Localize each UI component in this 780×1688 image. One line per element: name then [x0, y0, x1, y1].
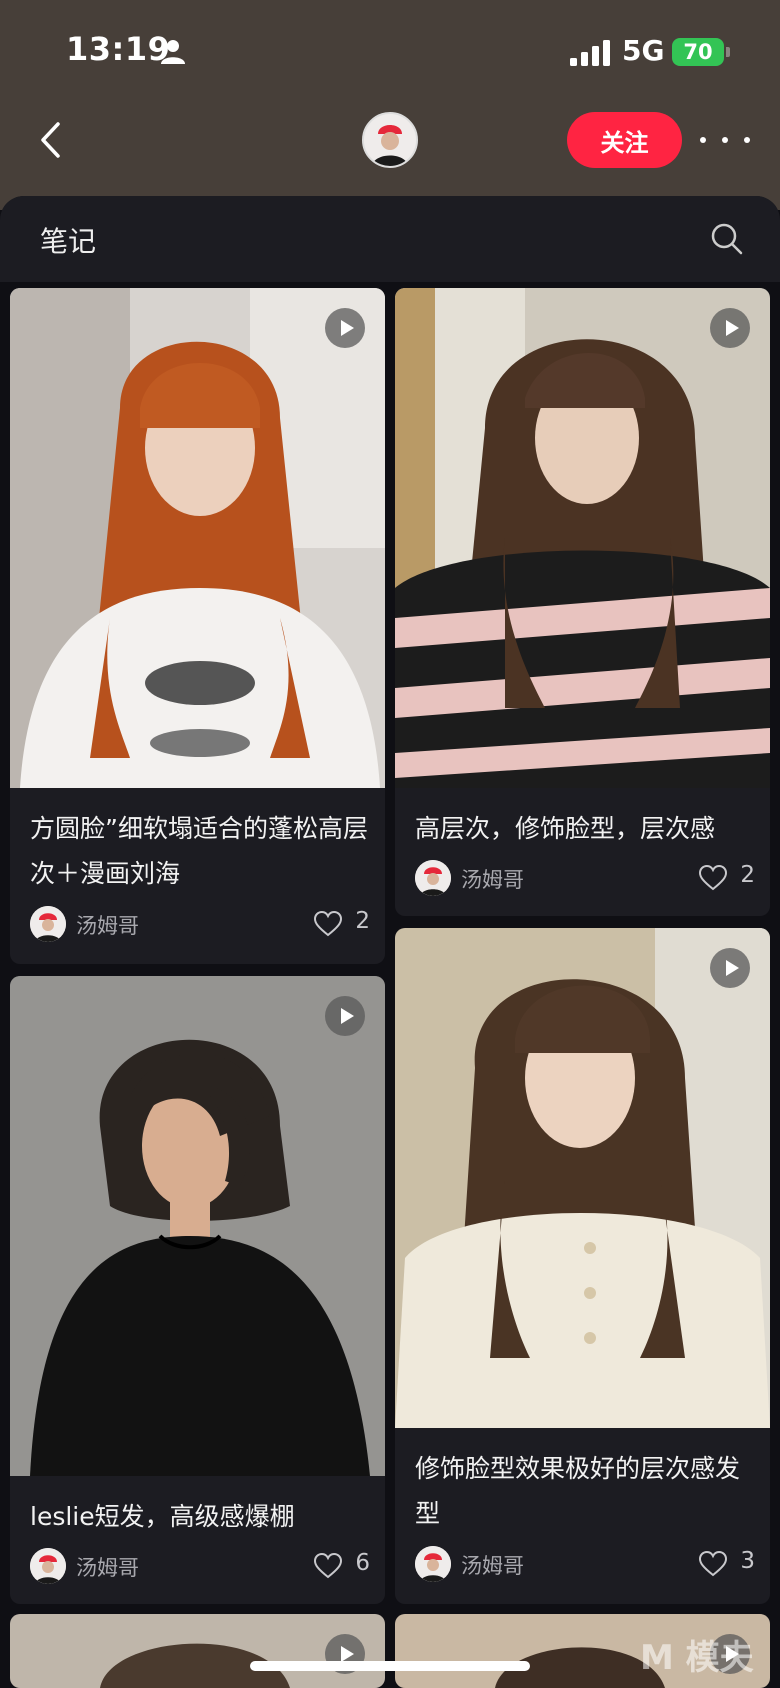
network-type: 5G	[622, 34, 665, 67]
play-icon	[325, 308, 365, 348]
author-row: 汤姆哥 3	[415, 1546, 755, 1582]
heart-icon[interactable]	[699, 1551, 727, 1577]
author-avatar[interactable]	[30, 1548, 66, 1584]
note-card[interactable]: leslie短发，高级感爆棚 汤姆哥 6	[10, 976, 385, 1604]
note-card[interactable]: 高层次，修饰脸型，层次感 汤姆哥 2	[395, 288, 770, 916]
person-icon	[161, 40, 185, 64]
status-bar: 13:19 5G 70	[0, 0, 780, 100]
like-count: 2	[355, 908, 370, 934]
author-avatar-image	[415, 860, 451, 896]
battery-indicator: 70	[672, 38, 724, 66]
watermark: M 模夫	[640, 1638, 754, 1678]
home-indicator[interactable]	[250, 1661, 530, 1671]
play-icon	[710, 308, 750, 348]
author-avatar[interactable]	[415, 1546, 451, 1582]
section-title: 笔记	[40, 225, 97, 258]
play-icon	[325, 996, 365, 1036]
author-name[interactable]: 汤姆哥	[76, 1552, 139, 1582]
author-row: 汤姆哥 6	[30, 1548, 370, 1584]
note-cover-image	[10, 288, 385, 788]
signal-icon	[570, 40, 610, 66]
note-cover-image	[395, 288, 770, 788]
avatar-image	[364, 114, 416, 166]
note-title: 修饰脸型效果极好的层次感发型	[415, 1454, 741, 1528]
heart-icon[interactable]	[314, 911, 342, 937]
author-avatar-image	[30, 1548, 66, 1584]
author-avatar-image	[415, 1546, 451, 1582]
note-title: leslie短发，高级感爆棚	[30, 1502, 295, 1531]
note-card[interactable]: 修饰脸型效果极好的层次感发型 汤姆哥 3	[395, 928, 770, 1604]
heart-icon[interactable]	[314, 1553, 342, 1579]
author-row: 汤姆哥 2	[30, 906, 370, 942]
note-card[interactable]: 方圆脸”细软塌适合的蓬松高层次＋漫画刘海 汤姆哥 2	[10, 288, 385, 964]
follow-button[interactable]: 关注	[567, 112, 682, 168]
note-card[interactable]	[10, 1614, 385, 1688]
avatar[interactable]	[362, 112, 418, 168]
back-button[interactable]	[30, 112, 70, 168]
note-title: 方圆脸”细软塌适合的蓬松高层次＋漫画刘海	[30, 814, 368, 888]
author-avatar[interactable]	[30, 906, 66, 942]
note-cover-image	[395, 928, 770, 1428]
like-count: 3	[740, 1548, 755, 1574]
author-name[interactable]: 汤姆哥	[76, 910, 139, 940]
note-title: 高层次，修饰脸型，层次感	[415, 814, 716, 843]
search-icon[interactable]	[710, 222, 744, 256]
battery-level: 70	[683, 40, 713, 64]
more-icon[interactable]	[700, 124, 750, 156]
author-name[interactable]: 汤姆哥	[461, 864, 524, 894]
sheet-header	[0, 196, 780, 282]
heart-icon[interactable]	[699, 865, 727, 891]
back-icon	[41, 122, 60, 158]
author-avatar[interactable]	[415, 860, 451, 896]
note-cover-image	[10, 976, 385, 1476]
like-count: 2	[740, 862, 755, 888]
play-icon	[710, 948, 750, 988]
status-time: 13:19	[66, 30, 171, 68]
battery-cap	[726, 47, 730, 57]
author-avatar-image	[30, 906, 66, 942]
like-count: 6	[355, 1550, 370, 1576]
author-name[interactable]: 汤姆哥	[461, 1550, 524, 1580]
author-row: 汤姆哥 2	[415, 860, 755, 896]
